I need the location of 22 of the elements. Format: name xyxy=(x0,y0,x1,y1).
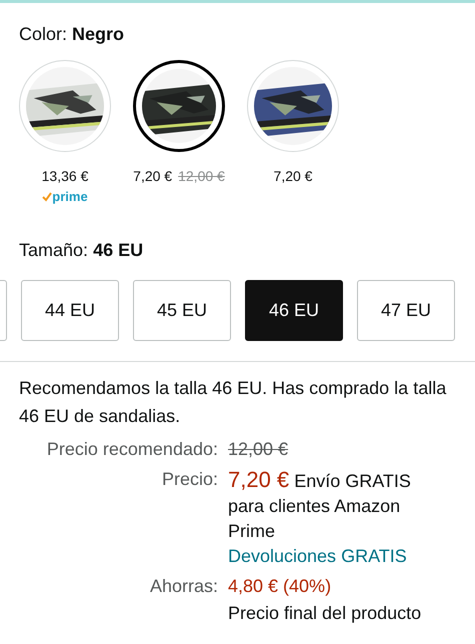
swatch-price: 7,20 € xyxy=(133,167,172,186)
size-label: Tamaño: 46 EU xyxy=(18,238,144,262)
size-button[interactable]: 45 EU xyxy=(133,280,231,340)
price-text: 7,20 € Envío GRATIS para clientes Amazon Prime xyxy=(228,466,412,542)
price-label: Precio recomendado: xyxy=(46,438,218,460)
color-swatch[interactable] xyxy=(133,60,225,152)
final-price-note: Precio final del producto xyxy=(228,602,422,625)
list-price: 12,00 € xyxy=(178,167,225,186)
size-button[interactable]: 47 EU xyxy=(357,280,455,340)
color-label: Color: Negro xyxy=(18,23,126,46)
returns-link[interactable]: Devoluciones GRATIS xyxy=(228,544,456,568)
size-button[interactable]: 46 EU xyxy=(245,280,343,340)
check-icon xyxy=(42,192,52,202)
price-label: Precio: xyxy=(162,468,218,490)
list-price: 12,00 € xyxy=(228,438,288,458)
recommendation-text: Recomendamos la talla 46 EU. Has comprado la talla 46 EU de sandalias. xyxy=(18,376,448,428)
swatch-price: 13,36 € xyxy=(42,167,88,186)
swatch-price: 7,20 € xyxy=(274,167,312,186)
price-label: Ahorras: xyxy=(150,574,218,598)
savings-value: 4,80 € (40%) xyxy=(228,574,332,598)
size-button[interactable]: 44 EU xyxy=(21,280,119,340)
prime-label: prime xyxy=(52,188,88,206)
